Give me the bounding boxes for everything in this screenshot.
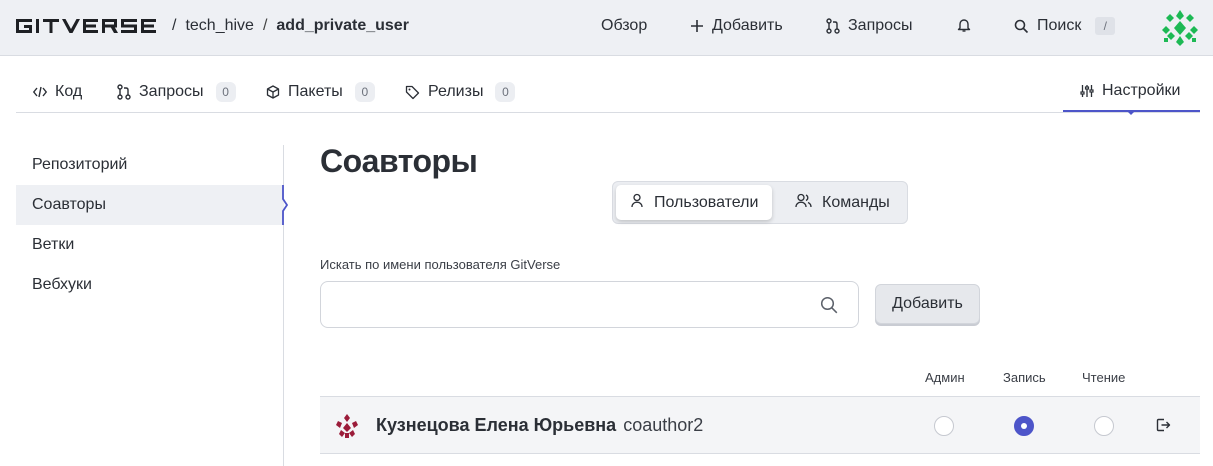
tab-releases-label: Релизы — [428, 83, 484, 100]
nav-requests[interactable]: Запросы — [826, 17, 913, 35]
breadcrumb: / tech_hive / add_private_user — [172, 17, 409, 35]
breadcrumb-separator: / — [172, 17, 177, 34]
collaborator-avatar — [334, 413, 360, 444]
permission-read-radio[interactable] — [1094, 416, 1114, 436]
users-icon — [795, 193, 812, 213]
sliders-icon — [1080, 84, 1094, 98]
active-tab-indicator — [1126, 110, 1136, 115]
tab-packages[interactable]: Пакеты 0 — [266, 72, 375, 112]
bell-icon — [957, 17, 971, 33]
segment-teams-label: Команды — [822, 193, 890, 211]
breadcrumb-repo[interactable]: add_private_user — [276, 17, 409, 35]
collaborator-type-switch: Пользователи Команды — [612, 181, 908, 224]
search-icon — [1014, 19, 1029, 34]
pull-request-icon — [117, 84, 131, 100]
nav-add-label: Добавить — [712, 17, 783, 34]
permission-write-radio[interactable] — [1014, 416, 1034, 436]
user-avatar[interactable] — [1160, 8, 1200, 48]
remove-collaborator-icon[interactable] — [1155, 417, 1171, 438]
collaborator-login[interactable]: coauthor2 — [623, 415, 703, 435]
tab-requests[interactable]: Запросы 0 — [117, 72, 236, 112]
tab-packages-count: 0 — [354, 82, 375, 102]
breadcrumb-owner[interactable]: tech_hive — [185, 17, 254, 35]
search-field-label: Искать по имени пользователя GitVerse — [320, 257, 561, 272]
page-title: Соавторы — [320, 143, 478, 179]
sidebar-active-indicator — [282, 185, 289, 225]
tab-settings[interactable]: Настройки — [1063, 72, 1200, 112]
sidebar-item-webhooks[interactable]: Вебхуки — [16, 265, 284, 305]
sidebar-item-repository[interactable]: Репозиторий — [16, 145, 284, 185]
pull-request-icon — [826, 18, 840, 34]
nav-overview-label: Обзор — [601, 17, 648, 34]
search-shortcut-badge: / — [1095, 17, 1116, 35]
nav-search[interactable]: Поиск / — [1014, 17, 1116, 35]
column-admin: Админ — [925, 370, 965, 385]
tab-releases-count: 0 — [495, 82, 516, 102]
tab-packages-label: Пакеты — [288, 83, 343, 100]
repo-tabs: Код Запросы 0 Пакеты 0 Релизы 0 Настройк… — [16, 72, 1200, 113]
nav-requests-label: Запросы — [848, 17, 913, 34]
gitverse-logo[interactable] — [16, 19, 164, 33]
tab-settings-label: Настройки — [1102, 82, 1181, 99]
column-read: Чтение — [1082, 370, 1126, 385]
collaborator-full-name[interactable]: Кузнецова Елена Юрьевна — [376, 415, 616, 435]
tag-icon — [405, 85, 420, 100]
nav-add-button[interactable]: Добавить — [690, 17, 783, 35]
nav-overview[interactable]: Обзор — [601, 17, 647, 35]
search-icon[interactable] — [820, 296, 838, 319]
tab-code[interactable]: Код — [33, 72, 82, 112]
tab-requests-label: Запросы — [139, 83, 204, 100]
user-search-input[interactable] — [320, 281, 859, 328]
notifications-button[interactable] — [957, 17, 971, 33]
collaborator-name: Кузнецова Елена Юрьевна coauthor2 — [376, 415, 703, 436]
permission-admin-radio[interactable] — [934, 416, 954, 436]
tab-requests-count: 0 — [215, 82, 236, 102]
segment-users-label: Пользователи — [654, 193, 759, 211]
sidebar-item-collaborators[interactable]: Соавторы — [16, 185, 284, 225]
add-collaborator-button[interactable]: Добавить — [875, 284, 980, 324]
plus-icon — [690, 19, 704, 33]
tab-code-label: Код — [55, 83, 83, 100]
segment-teams[interactable]: Команды — [781, 185, 904, 220]
sidebar-item-branches[interactable]: Ветки — [16, 225, 284, 265]
nav-search-label: Поиск — [1037, 17, 1082, 34]
tab-releases[interactable]: Релизы 0 — [405, 72, 516, 112]
code-icon — [33, 86, 47, 98]
user-icon — [630, 193, 644, 213]
segment-users[interactable]: Пользователи — [616, 185, 773, 220]
settings-sidebar: Репозиторий Соавторы Ветки Вебхуки — [16, 145, 289, 466]
column-write: Запись — [1003, 370, 1046, 385]
breadcrumb-separator: / — [262, 17, 268, 34]
collaborator-row: Кузнецова Елена Юрьевна coauthor2 — [320, 396, 1200, 454]
top-header: / tech_hive / add_private_user Обзор Доб… — [0, 0, 1213, 56]
package-icon — [266, 85, 280, 99]
